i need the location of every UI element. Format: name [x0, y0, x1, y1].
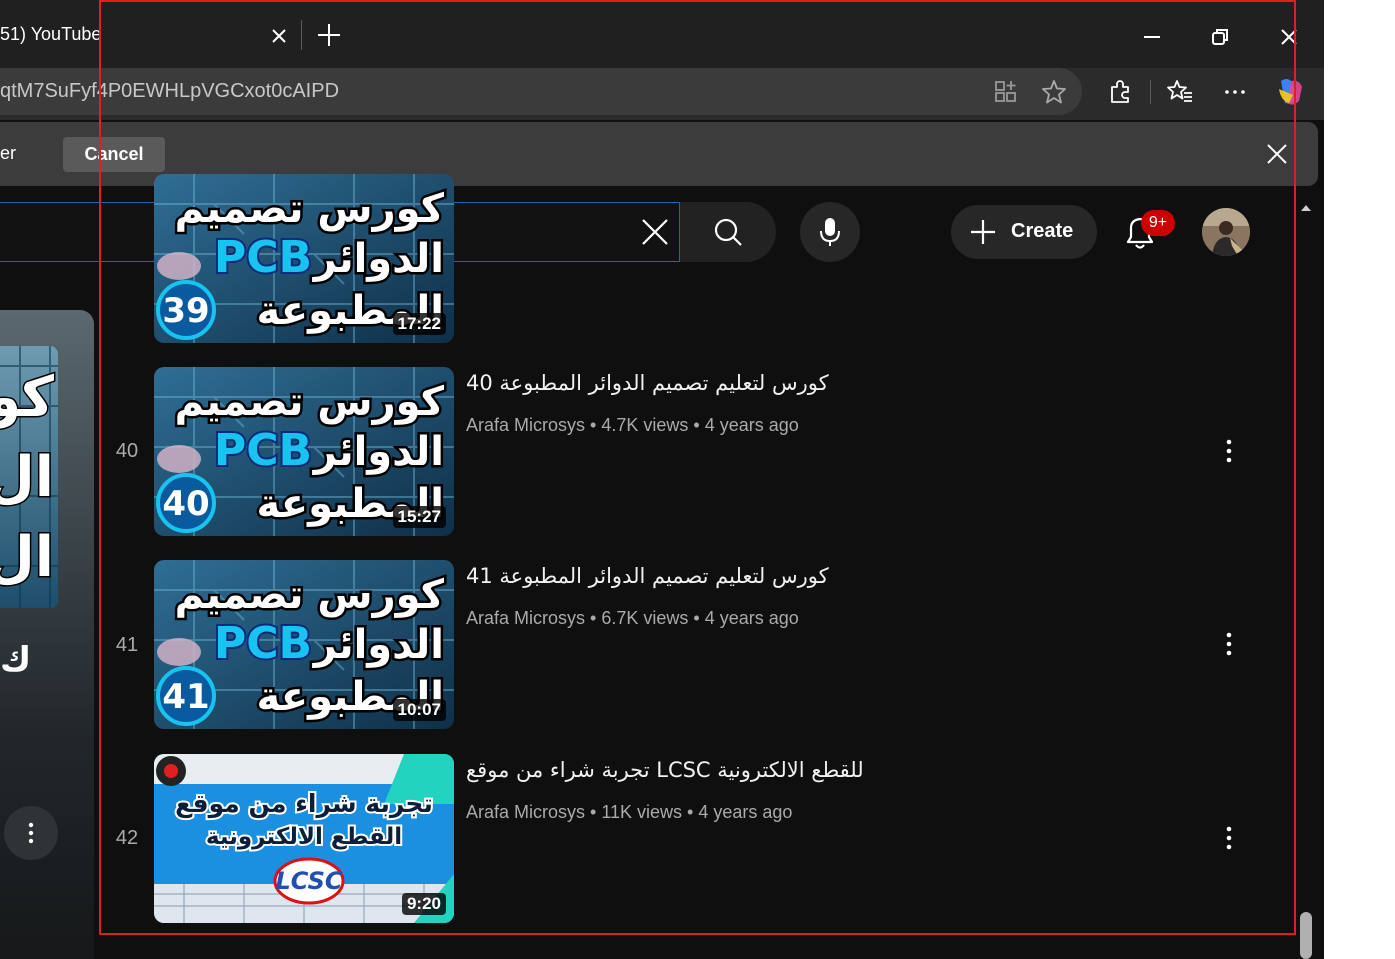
svg-text:ال: ال	[0, 525, 54, 590]
video-menu-icon[interactable]	[1214, 436, 1244, 466]
pcb-thumb-pcb-text: PCB	[214, 425, 312, 476]
row-index: 42	[115, 827, 139, 849]
vertical-dots-icon	[28, 822, 34, 844]
row-index: 41	[115, 634, 139, 656]
pcb-thumb-line1: كورس تصميم	[175, 186, 445, 232]
avatar-image	[1202, 208, 1250, 256]
restore-icon[interactable]	[1205, 22, 1235, 52]
video-menu-icon[interactable]	[1214, 823, 1244, 853]
lcsc-thumb-line2: القطع الالكترونية	[206, 824, 402, 850]
video-title[interactable]: تجربة شراء من موقع LCSC للقطع الالكتروني…	[466, 758, 864, 782]
tab-separator	[301, 20, 302, 50]
playlist-cover-image: كو ال ال	[0, 346, 58, 608]
upload-age: 4 years ago	[698, 802, 793, 822]
video-duration: 17:22	[392, 313, 446, 335]
video-title[interactable]: كورس لتعليم تصميم الدوائر المطبوعة 41	[466, 564, 829, 588]
search-button[interactable]	[680, 202, 776, 262]
upload-age: 4 years ago	[704, 608, 799, 628]
video-menu-icon[interactable]	[1214, 629, 1244, 659]
playlist-title-fragment: ك	[0, 641, 32, 679]
video-thumbnail[interactable]: تجربة شراء من موقع القطع الالكترونية LCS…	[154, 754, 454, 923]
plus-icon	[971, 220, 995, 244]
view-count: 4.7K views	[601, 415, 689, 435]
pcb-thumb-line1: كورس تصميم	[175, 379, 445, 425]
video-thumbnail[interactable]: كورس تصميم الدوائر PCB المطبوعة 40 15:27	[154, 367, 454, 536]
lcsc-logo-text: LCSC	[276, 867, 343, 895]
url-text[interactable]: qtM7SuFyf4P0EWHLpVGCxot0cAIPD	[0, 80, 339, 103]
voice-search-button[interactable]	[800, 202, 860, 262]
video-duration: 9:20	[401, 893, 446, 915]
upload-age: 4 years ago	[704, 415, 799, 435]
pcb-thumb-line2-arabic: الدوائر	[312, 236, 444, 282]
pcb-thumb-pcb-text: PCB	[214, 618, 312, 669]
favorites-icon[interactable]	[1166, 78, 1194, 106]
create-button[interactable]: Create	[951, 205, 1097, 259]
infobar-text: er	[0, 143, 17, 163]
pcb-thumb-line2-arabic: الدوائر	[312, 622, 444, 668]
more-options-icon[interactable]	[1221, 78, 1249, 106]
pcb-thumb-pcb-text: PCB	[214, 232, 312, 283]
playlist-row[interactable]: 41 كورس تصميم الدوائر PCB المطبوعة 41 10:07 …	[104, 560, 1284, 740]
playlist-cover-thumbnail[interactable]: كو ال ال	[0, 346, 58, 608]
video-duration: 15:27	[392, 506, 446, 528]
video-meta: Arafa Microsys • 11K views • 4 years ago	[466, 802, 793, 822]
copilot-icon[interactable]	[1273, 75, 1307, 109]
account-avatar[interactable]	[1202, 208, 1250, 256]
cancel-button[interactable]: Cancel	[63, 137, 165, 172]
clear-search-icon[interactable]	[638, 215, 672, 249]
browser-window: 51) YouTube qtM7SuFyf4P0EWHLpVGCxot0cAIP…	[0, 0, 1324, 959]
toolbar-separator	[1150, 80, 1151, 104]
pcb-component	[157, 638, 201, 666]
row-index: 40	[115, 440, 139, 462]
playlist-more-button[interactable]	[4, 806, 58, 860]
pcb-component	[157, 252, 201, 280]
search-icon	[714, 218, 742, 246]
channel-name[interactable]: Arafa Microsys	[466, 802, 585, 822]
playlist-row[interactable]: 40 كورس تصميم الدوائر PCB المطبوعة 40 15:27 …	[104, 367, 1284, 547]
channel-name[interactable]: Arafa Microsys	[466, 608, 585, 628]
svg-text:كو: كو	[0, 365, 54, 430]
video-meta: Arafa Microsys • 6.7K views • 4 years ag…	[466, 608, 799, 628]
video-thumbnail[interactable]: كورس تصميم الدوائر PCB المطبوعة 39 17:22	[154, 174, 454, 343]
browser-tab[interactable]: 51) YouTube	[0, 10, 300, 60]
close-tab-icon[interactable]	[267, 24, 291, 48]
video-duration: 10:07	[392, 699, 446, 721]
pcb-component	[157, 445, 201, 473]
playlist-row[interactable]: 42 تجربة شراء من موقع القطع الالكترونية …	[104, 754, 1284, 934]
app-available-icon[interactable]	[992, 78, 1020, 106]
address-bar[interactable]: qtM7SuFyf4P0EWHLpVGCxot0cAIPD	[0, 68, 1082, 115]
episode-number: 40	[162, 484, 209, 524]
tab-bar: 51) YouTube	[0, 0, 1324, 68]
video-thumbnail[interactable]: كورس تصميم الدوائر PCB المطبوعة 41 10:07	[154, 560, 454, 729]
view-count: 11K views	[601, 802, 683, 822]
episode-number: 39	[162, 291, 209, 331]
pcb-thumb-line2-arabic: الدوائر	[312, 429, 444, 475]
create-label: Create	[1011, 220, 1074, 242]
notification-count-badge: 9+	[1141, 210, 1175, 236]
close-window-icon[interactable]	[1274, 22, 1304, 52]
favorite-star-icon[interactable]	[1040, 78, 1068, 106]
new-tab-icon[interactable]	[314, 20, 344, 50]
video-meta: Arafa Microsys • 4.7K views • 4 years ag…	[466, 415, 799, 435]
minimize-icon[interactable]	[1137, 22, 1167, 52]
svg-text:ال: ال	[0, 445, 54, 510]
microphone-icon	[820, 218, 840, 246]
playlist-row[interactable]: كورس تصميم الدوائر PCB المطبوعة 39 17:22	[104, 174, 1284, 344]
scroll-up-arrow-icon[interactable]	[1298, 200, 1314, 216]
episode-number: 41	[162, 677, 209, 717]
navigation-bar: qtM7SuFyf4P0EWHLpVGCxot0cAIPD	[0, 68, 1324, 120]
channel-name[interactable]: Arafa Microsys	[466, 415, 585, 435]
extensions-icon[interactable]	[1106, 78, 1134, 106]
lcsc-thumb-line1: تجربة شراء من موقع	[175, 789, 433, 819]
close-infobar-icon[interactable]	[1264, 141, 1290, 167]
video-title[interactable]: كورس لتعليم تصميم الدوائر المطبوعة 40	[466, 371, 829, 395]
view-count: 6.7K views	[601, 608, 689, 628]
tab-title: 51) YouTube	[0, 24, 102, 44]
scrollbar-thumb[interactable]	[1300, 912, 1312, 959]
pcb-thumb-line1: كورس تصميم	[175, 572, 445, 618]
